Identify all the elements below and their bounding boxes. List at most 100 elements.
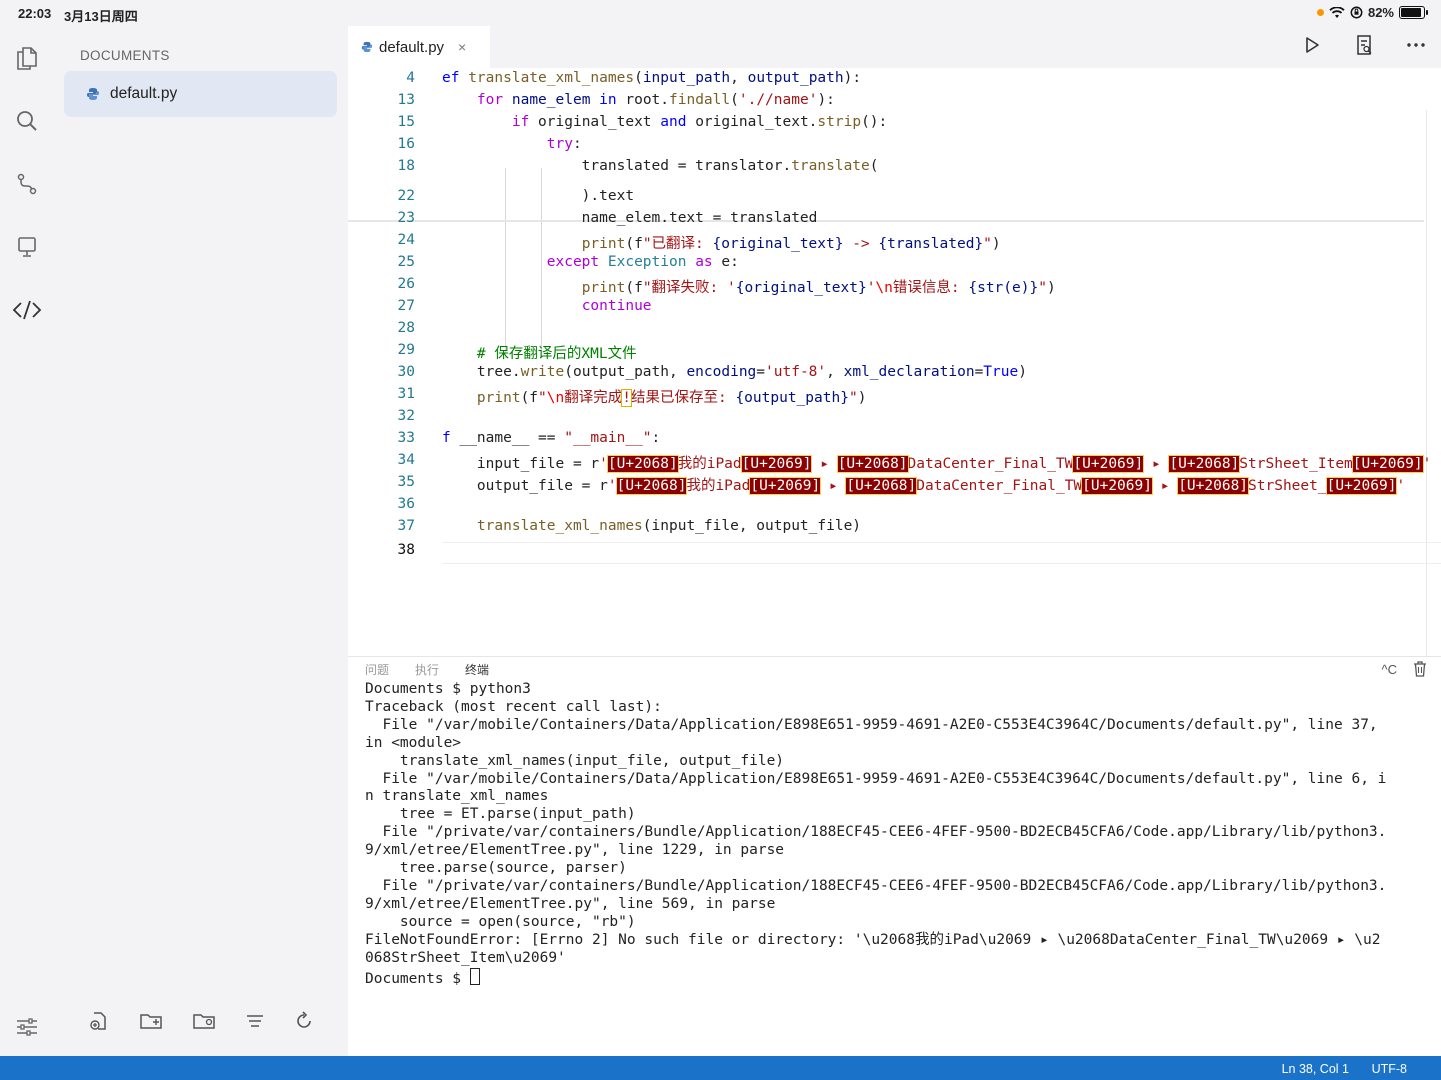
line-number: 27	[397, 298, 415, 314]
sidebar-toolbar	[74, 996, 328, 1046]
code-line: except Exception as e:	[546, 254, 739, 270]
line-number: 4	[406, 70, 415, 86]
terminal-output[interactable]: Documents $ python3 Traceback (most rece…	[365, 681, 1425, 988]
line-number: 24	[397, 232, 415, 248]
recording-indicator-icon	[1316, 9, 1324, 16]
status-time: 22:03	[18, 6, 52, 21]
battery-percent: 82%	[1367, 5, 1394, 20]
explorer-icon[interactable]	[12, 42, 42, 72]
line-number: 35	[397, 474, 415, 490]
current-line-highlight	[442, 542, 1441, 564]
line-number: 32	[397, 408, 415, 424]
line-number: 15	[397, 114, 415, 130]
explorer-sidebar: DOCUMENTS default.py	[54, 26, 348, 1056]
tab-label: default.py	[379, 38, 445, 56]
activity-bar	[0, 26, 54, 1056]
line-number: 33	[397, 430, 415, 446]
line-number: 34	[397, 452, 415, 468]
invalid-unicode-char: [U+2069]	[1325, 477, 1398, 495]
code-line: input_file = r'[U+2068]我的iPad[U+2069] ▸ …	[442, 455, 1432, 473]
code-line: print(f"翻译失败: '{original_text}'\n错误信息: {…	[581, 280, 1056, 296]
code-line: try:	[546, 136, 582, 152]
invalid-unicode-char: [U+2068]	[1168, 455, 1241, 473]
panel-controls: ^C	[1382, 661, 1428, 677]
code-line: name_elem.text = translated	[442, 210, 818, 226]
python-file-icon	[361, 41, 373, 53]
code-line: f __name__ == "__main__":	[442, 430, 661, 446]
line-number: 29	[397, 342, 415, 358]
orientation-lock-icon	[1350, 6, 1363, 19]
code-line: translate_xml_names(input_file, output_f…	[476, 518, 862, 534]
tab-problems[interactable]: 问题	[365, 661, 389, 678]
code-line: if original_text and original_text.strip…	[511, 114, 888, 130]
editor-area: default.py × 4 13 15 16 18 22 23 24 25 2…	[348, 26, 1441, 698]
line-number: 26	[397, 276, 415, 292]
line-number: 36	[397, 496, 415, 512]
folder-settings-icon[interactable]	[192, 1011, 216, 1031]
line-number: 18	[397, 158, 415, 174]
settings-sliders-icon[interactable]	[12, 1012, 42, 1042]
code-brackets-icon[interactable]	[12, 295, 42, 325]
editor-tab-bar: default.py ×	[348, 26, 1441, 68]
line-number: 23	[397, 210, 415, 226]
more-options-icon[interactable]	[1405, 34, 1427, 56]
code-line: tree.write(output_path, encoding='utf-8'…	[442, 364, 1027, 380]
unusual-char-highlight: !	[621, 389, 632, 407]
invalid-unicode-char: [U+2068]	[845, 477, 918, 495]
invalid-unicode-char: [U+2068]	[1177, 477, 1250, 495]
line-number: 30	[397, 364, 415, 380]
code-line: continue	[581, 298, 652, 314]
code-line: output_file = r'[U+2068]我的iPad[U+2069] ▸…	[442, 477, 1406, 495]
new-file-icon[interactable]	[88, 1010, 110, 1032]
invalid-unicode-char: [U+2069]	[1072, 455, 1145, 473]
code-editor[interactable]: 4 13 15 16 18 22 23 24 25 26 27 28 29 30…	[348, 68, 1441, 698]
tab-default-py[interactable]: default.py ×	[348, 26, 490, 68]
code-line: print(f"\n翻译完成!结果已保存至: {output_path}")	[476, 389, 867, 407]
sort-list-icon[interactable]	[245, 1013, 265, 1029]
editor-status-bar: Ln 38, Col 1 UTF-8	[0, 1056, 1441, 1080]
tab-terminal[interactable]: 终端	[465, 661, 489, 678]
line-number: 31	[397, 386, 415, 402]
sidebar-title: DOCUMENTS	[80, 48, 170, 63]
code-line-comment: # 保存翻译后的XML文件	[442, 346, 637, 362]
status-right: 82%	[1316, 5, 1428, 20]
source-control-icon[interactable]	[12, 169, 42, 199]
search-icon[interactable]	[12, 106, 42, 136]
cursor-position[interactable]: Ln 38, Col 1	[1282, 1062, 1349, 1076]
battery-icon	[1399, 6, 1428, 19]
tab-close-button[interactable]: ×	[458, 39, 466, 55]
code-line: ef translate_xml_names(input_path, outpu…	[442, 70, 862, 86]
editor-scrollbar[interactable]	[1426, 110, 1427, 698]
invalid-unicode-char: [U+2068]	[615, 477, 688, 495]
code-line: translated = translator.translate(	[442, 158, 879, 174]
tab-output[interactable]: 执行	[415, 661, 439, 678]
interrupt-button[interactable]: ^C	[1382, 662, 1398, 677]
line-number-current: 38	[397, 542, 415, 558]
terminal-prompt: Documents $	[365, 970, 470, 987]
preview-doc-icon[interactable]	[1353, 34, 1375, 56]
line-number: 16	[397, 136, 415, 152]
remote-monitor-icon[interactable]	[12, 232, 42, 262]
invalid-unicode-char: [U+2068]	[836, 455, 909, 473]
panel-tabs: 问题 执行 终端	[365, 661, 489, 678]
line-number: 37	[397, 518, 415, 534]
file-encoding[interactable]: UTF-8	[1372, 1062, 1407, 1076]
invalid-unicode-char: [U+2069]	[740, 455, 813, 473]
status-date: 3月13日周四	[64, 9, 138, 24]
invalid-unicode-char: [U+2069]	[749, 477, 822, 495]
invalid-unicode-char: [U+2069]	[1351, 455, 1424, 473]
file-item-default-py[interactable]: default.py	[64, 71, 337, 117]
terminal-cursor	[469, 967, 480, 985]
file-item-label: default.py	[110, 85, 178, 102]
line-number: 25	[397, 254, 415, 270]
wifi-icon	[1329, 6, 1345, 18]
python-file-icon	[87, 88, 99, 100]
code-line: print(f"已翻译: {original_text} -> {transla…	[581, 236, 1001, 252]
new-folder-icon[interactable]	[139, 1011, 163, 1031]
refresh-icon[interactable]	[294, 1011, 314, 1031]
run-icon[interactable]	[1301, 34, 1323, 56]
code-line: for name_elem in root.findall('.//name')…	[476, 92, 835, 108]
invalid-unicode-char: [U+2068]	[606, 455, 679, 473]
invalid-unicode-char: [U+2069]	[1081, 477, 1153, 495]
trash-icon[interactable]	[1413, 661, 1427, 677]
